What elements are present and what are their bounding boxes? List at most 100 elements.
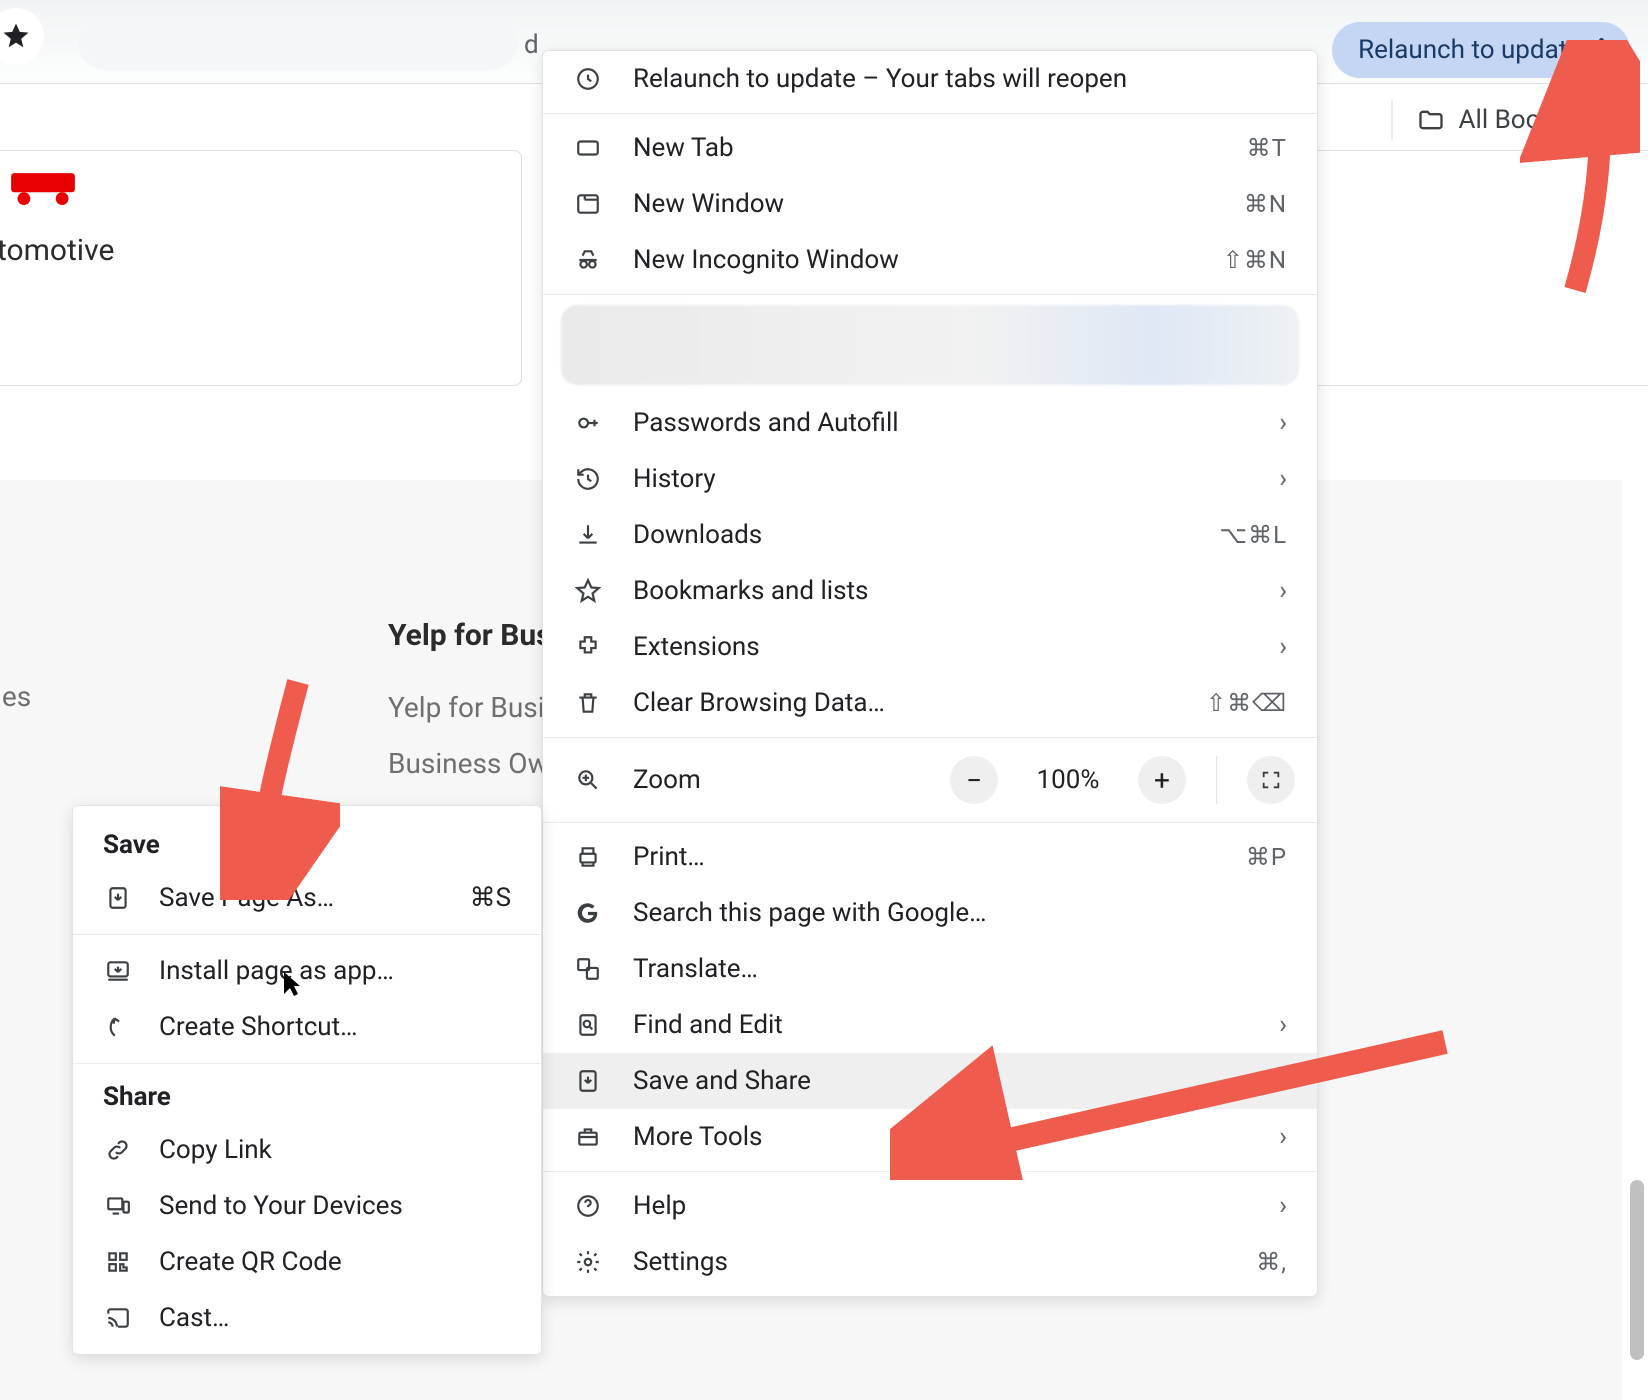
menu-shortcut: ⌘T [1247, 134, 1287, 162]
submenu-item-copy-link[interactable]: Copy Link [73, 1122, 541, 1178]
menu-label: Settings [633, 1247, 1226, 1277]
menu-item-help[interactable]: Help › [543, 1178, 1317, 1234]
chevron-right-icon: › [1279, 576, 1287, 606]
menu-label: New Tab [633, 133, 1217, 163]
menu-label: Bookmarks and lists [633, 576, 1249, 606]
menu-item-new-tab[interactable]: New Tab ⌘T [543, 120, 1317, 176]
folder-icon [1417, 106, 1445, 134]
submenu-heading-save: Save [73, 820, 541, 870]
link-icon [103, 1137, 133, 1163]
zoom-in-button[interactable]: + [1138, 756, 1186, 804]
menu-label: More Tools [633, 1122, 1249, 1152]
zoom-out-button[interactable]: − [950, 756, 998, 804]
car-icon [9, 167, 493, 213]
submenu-item-cast[interactable]: Cast… [73, 1290, 541, 1346]
extension-icon [573, 634, 603, 660]
address-bar-text: d [524, 30, 539, 60]
menu-item-new-window[interactable]: New Window ⌘N [543, 176, 1317, 232]
trash-icon [573, 690, 603, 716]
menu-separator [543, 1171, 1317, 1172]
menu-item-bookmarks[interactable]: Bookmarks and lists › [543, 563, 1317, 619]
menu-shortcut: ⇧⌘⌫ [1206, 689, 1287, 717]
menu-item-find-edit[interactable]: Find and Edit › [543, 997, 1317, 1053]
submenu-item-create-shortcut[interactable]: Create Shortcut… [73, 999, 541, 1055]
menu-shortcut: ⌥⌘L [1219, 521, 1287, 549]
bookmark-star-button[interactable] [0, 8, 44, 64]
submenu-label: Install page as app… [159, 956, 511, 986]
category-card-automotive[interactable]: Automotive [0, 150, 522, 386]
menu-label: Downloads [633, 520, 1189, 550]
menu-item-extensions[interactable]: Extensions › [543, 619, 1317, 675]
submenu-label: Copy Link [159, 1135, 511, 1165]
menu-item-more-tools[interactable]: More Tools › [543, 1109, 1317, 1165]
shortcut-icon [103, 1014, 133, 1040]
submenu-item-save-page[interactable]: Save Page As… ⌘S [73, 870, 541, 926]
menu-separator [543, 822, 1317, 823]
menu-item-save-share[interactable]: Save and Share › [543, 1053, 1317, 1109]
submenu-item-send-devices[interactable]: Send to Your Devices [73, 1178, 541, 1234]
submenu-label: Send to Your Devices [159, 1191, 511, 1221]
menu-item-passwords[interactable]: Passwords and Autofill › [543, 395, 1317, 451]
menu-item-search-google[interactable]: Search this page with Google… [543, 885, 1317, 941]
submenu-heading-share: Share [73, 1072, 541, 1122]
category-label: Automotive [0, 233, 493, 268]
menu-label: Relaunch to update – Your tabs will reop… [633, 64, 1287, 94]
zoom-label: Zoom [633, 765, 920, 795]
fullscreen-button[interactable] [1247, 756, 1295, 804]
update-icon [573, 66, 603, 92]
profile-row-blurred[interactable] [561, 305, 1299, 385]
kebab-menu-icon[interactable] [1599, 38, 1604, 63]
menu-item-settings[interactable]: Settings ⌘, [543, 1234, 1317, 1290]
submenu-label: Save Page As… [159, 883, 444, 913]
menu-separator [543, 737, 1317, 738]
submenu-item-qr-code[interactable]: Create QR Code [73, 1234, 541, 1290]
divider [1216, 756, 1217, 804]
cast-icon [103, 1305, 133, 1331]
menu-item-incognito[interactable]: New Incognito Window ⇧⌘N [543, 232, 1317, 288]
star-icon [1, 21, 31, 51]
submenu-label: Create Shortcut… [159, 1012, 511, 1042]
install-icon [103, 958, 133, 984]
submenu-shortcut: ⌘S [470, 883, 511, 913]
submenu-separator [73, 1063, 541, 1064]
menu-shortcut: ⌘N [1244, 190, 1287, 218]
gear-icon [573, 1249, 603, 1275]
mouse-cursor [282, 970, 302, 1005]
incognito-icon [573, 247, 603, 273]
key-icon [573, 410, 603, 436]
menu-label: New Window [633, 189, 1214, 219]
all-bookmarks-link[interactable]: All Bookmarks [1459, 105, 1626, 135]
chrome-main-menu: Relaunch to update – Your tabs will reop… [542, 50, 1318, 1297]
menu-shortcut: ⌘, [1256, 1248, 1287, 1276]
submenu-separator [73, 934, 541, 935]
relaunch-label: Relaunch to update [1358, 35, 1581, 65]
menu-label: Help [633, 1191, 1249, 1221]
menu-item-translate[interactable]: Translate… [543, 941, 1317, 997]
zoom-value: 100% [1028, 765, 1108, 795]
print-icon [573, 844, 603, 870]
menu-item-clear-data[interactable]: Clear Browsing Data… ⇧⌘⌫ [543, 675, 1317, 731]
submenu-label: Cast… [159, 1303, 511, 1333]
zoom-icon [573, 767, 603, 793]
find-icon [573, 1012, 603, 1038]
menu-label: Find and Edit [633, 1010, 1249, 1040]
menu-shortcut: ⌘P [1246, 843, 1287, 871]
google-icon [573, 900, 603, 926]
tab-icon [573, 135, 603, 161]
chevron-right-icon: › [1279, 408, 1287, 438]
bookmarks-bar-right: All Bookmarks [1391, 100, 1626, 140]
menu-label: Translate… [633, 954, 1287, 984]
chevron-right-icon: › [1279, 1122, 1287, 1152]
footer-link[interactable]: Cost Guides [0, 680, 31, 713]
address-bar[interactable] [78, 14, 518, 70]
menu-separator [543, 294, 1317, 295]
menu-item-relaunch[interactable]: Relaunch to update – Your tabs will reop… [543, 51, 1317, 107]
help-icon [573, 1193, 603, 1219]
menu-item-downloads[interactable]: Downloads ⌥⌘L [543, 507, 1317, 563]
chevron-right-icon: › [1279, 1010, 1287, 1040]
relaunch-update-button[interactable]: Relaunch to update [1332, 22, 1630, 78]
qr-icon [103, 1249, 133, 1275]
submenu-item-install-app[interactable]: Install page as app… [73, 943, 541, 999]
menu-item-history[interactable]: History › [543, 451, 1317, 507]
menu-item-print[interactable]: Print… ⌘P [543, 829, 1317, 885]
